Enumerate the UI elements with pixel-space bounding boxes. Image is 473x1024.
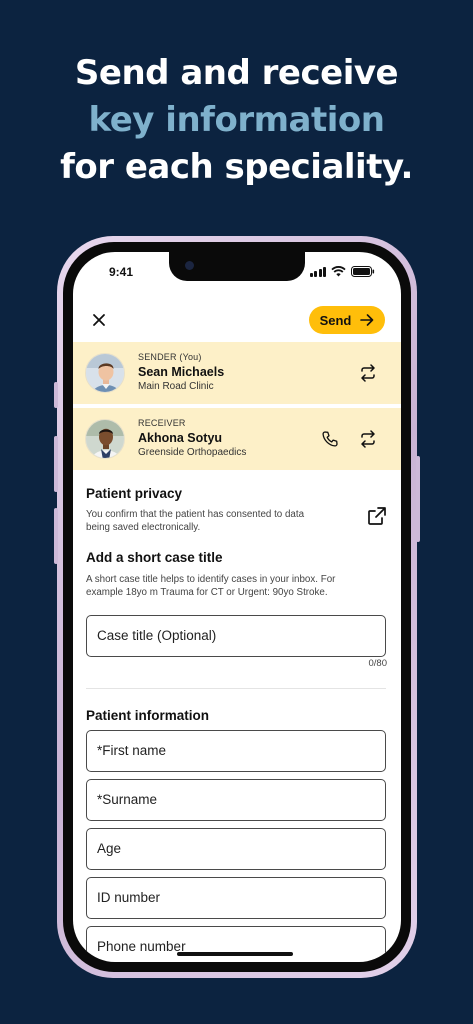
age-placeholder: Age <box>97 841 122 856</box>
top-bar: Send <box>73 298 401 342</box>
case-title-placeholder: Case title (Optional) <box>97 628 217 643</box>
phone-number-placeholder: Phone number <box>97 939 186 954</box>
receiver-clinic: Greenside Orthopaedics <box>138 447 247 458</box>
sender-role: SENDER (You) <box>138 352 202 362</box>
surname-input[interactable]: *Surname <box>86 779 386 821</box>
status-icons <box>309 266 376 277</box>
battery-icon <box>351 266 375 277</box>
home-indicator[interactable] <box>177 952 293 956</box>
status-time: 9:41 <box>109 265 134 279</box>
headline: Send and receive key information for eac… <box>0 50 473 191</box>
case-title-heading: Add a short case title <box>86 550 223 565</box>
volume-down-button <box>54 508 58 564</box>
signal-icon <box>309 266 326 277</box>
phone-number-input[interactable]: Phone number <box>86 926 386 962</box>
case-title-input[interactable]: Case title (Optional) <box>86 615 386 657</box>
receiver-card: RECEIVER Akhona Sotyu Greenside Orthopae… <box>73 408 401 470</box>
receiver-name: Akhona Sotyu <box>138 431 223 445</box>
mute-switch <box>54 382 58 408</box>
patient-privacy-heading: Patient privacy <box>86 486 183 501</box>
first-name-input[interactable]: *First name <box>86 730 386 772</box>
power-button <box>416 456 420 542</box>
swap-receiver-icon[interactable] <box>359 430 377 448</box>
surname-placeholder: *Surname <box>97 792 158 807</box>
wifi-icon <box>331 266 346 277</box>
camera-icon <box>185 261 194 270</box>
headline-line-2: key information <box>88 100 385 140</box>
send-button[interactable]: Send <box>309 306 385 334</box>
id-number-placeholder: ID number <box>97 890 161 905</box>
case-title-help-1: A short case title helps to identify cas… <box>86 574 336 585</box>
headline-line-1: Send and receive <box>74 53 399 93</box>
id-number-input[interactable]: ID number <box>86 877 386 919</box>
headline-line-3: for each speciality. <box>60 147 413 187</box>
sender-clinic: Main Road Clinic <box>138 381 214 392</box>
send-button-label: Send <box>319 312 352 328</box>
volume-up-button <box>54 436 58 492</box>
notch <box>169 252 305 281</box>
patient-privacy-text-1: You confirm that the patient has consent… <box>86 509 305 520</box>
first-name-placeholder: *First name <box>97 743 167 758</box>
case-title-help-2: example 18yo m Trauma for CT or Urgent: … <box>86 587 328 598</box>
app-screen: 9:41 Send SENDER (You) Sean Michaels Mai… <box>73 252 401 962</box>
external-link-icon[interactable] <box>367 506 387 526</box>
phone-icon[interactable] <box>321 430 339 448</box>
patient-information-heading: Patient information <box>86 708 210 723</box>
arrow-right-icon <box>360 314 374 326</box>
receiver-avatar <box>85 419 125 459</box>
case-title-counter: 0/80 <box>368 658 388 669</box>
sender-card: SENDER (You) Sean Michaels Main Road Cli… <box>73 342 401 404</box>
patient-privacy-text-2: being saved electronically. <box>86 522 201 533</box>
sender-avatar <box>85 353 125 393</box>
receiver-role: RECEIVER <box>138 418 186 428</box>
close-icon[interactable] <box>89 310 109 330</box>
age-input[interactable]: Age <box>86 828 386 870</box>
sender-name: Sean Michaels <box>138 365 225 379</box>
section-divider <box>86 688 386 689</box>
phone-frame: 9:41 Send SENDER (You) Sean Michaels Mai… <box>54 236 420 978</box>
swap-sender-icon[interactable] <box>359 364 377 382</box>
